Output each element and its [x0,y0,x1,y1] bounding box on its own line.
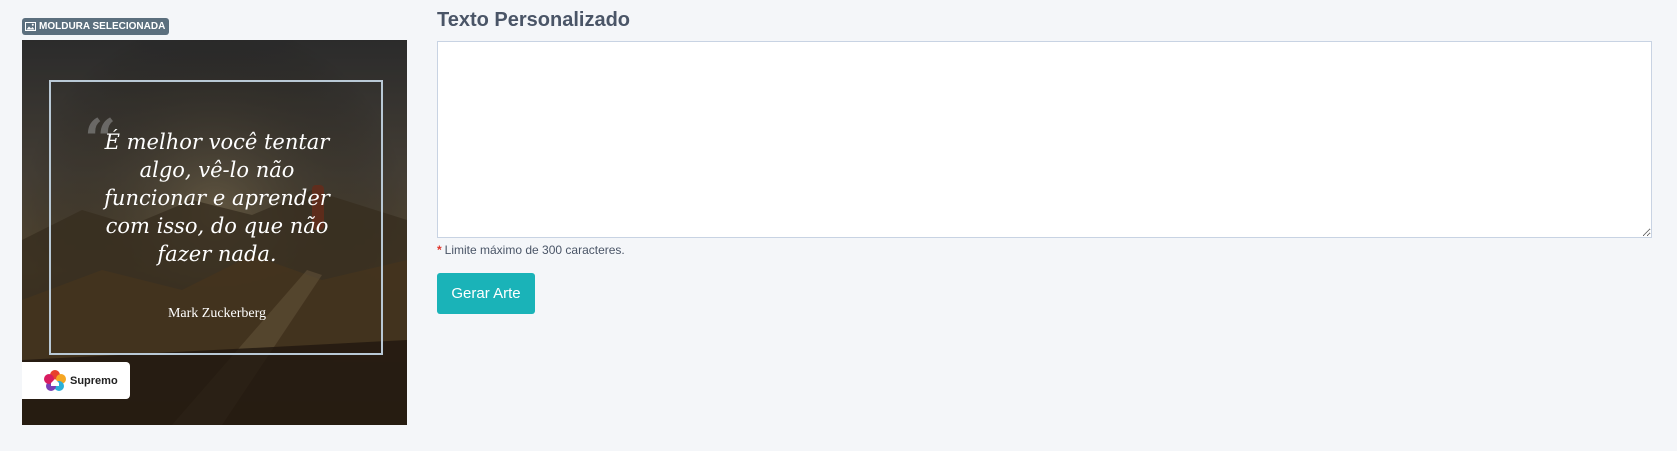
custom-text-input[interactable] [437,41,1652,238]
generate-art-button[interactable]: Gerar Arte [437,273,535,314]
page-title: Texto Personalizado [437,9,631,31]
supremo-logo-icon [44,369,66,391]
quote-author: Mark Zuckerberg [167,306,267,321]
hint-text: Limite máximo de 300 caracteres. [444,243,625,257]
selected-frame-preview[interactable]: “ É melhor você tentar algo, vê-lo não f… [22,40,407,425]
badge-label: MOLDURA SELECIONADA [39,21,166,32]
brand-logo: Supremo [22,362,130,399]
selected-frame-badge: MOLDURA SELECIONADA [22,18,170,35]
logo-text: Supremo [70,374,118,387]
image-icon [25,22,36,31]
character-limit-hint: * Limite máximo de 300 caracteres. [437,243,625,257]
quote-text: É melhor você tentar algo, vê-lo não fun… [104,130,330,266]
required-marker: * [437,243,442,257]
